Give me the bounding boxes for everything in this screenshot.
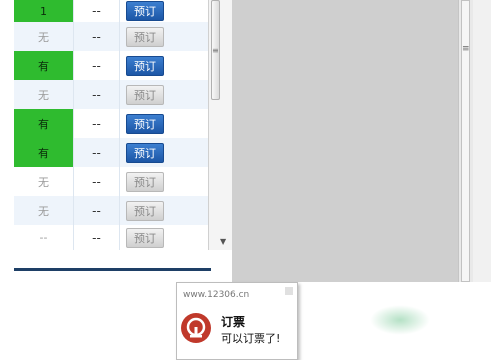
window-edge [473, 0, 491, 282]
seat-availability-cell: -- [14, 225, 74, 250]
book-button[interactable]: 预订 [126, 85, 164, 105]
seat-availability-cell: 无 [14, 167, 74, 196]
book-button[interactable]: 预订 [126, 27, 164, 47]
seat-availability-cell: 1 [14, 0, 74, 22]
seat-cell: -- [74, 22, 120, 51]
notification-source-url: www.12306.cn [183, 290, 250, 300]
scroll-grip-icon: ≡ [462, 44, 470, 54]
railway-logo-icon [181, 313, 211, 343]
book-button[interactable]: 预订 [126, 143, 164, 163]
book-button[interactable]: 预订 [126, 1, 164, 21]
seat-availability-cell: 无 [14, 80, 74, 109]
book-button[interactable]: 预订 [126, 56, 164, 76]
gray-panel [232, 0, 458, 282]
seat-cell: -- [74, 109, 120, 138]
book-button[interactable]: 预订 [126, 114, 164, 134]
seat-availability-cell: 无 [14, 22, 74, 51]
notification-title: 订票 [221, 315, 246, 329]
seat-cell: -- [74, 51, 120, 80]
notification-message: 可以订票了! [221, 332, 281, 345]
seat-availability-cell: 无 [14, 196, 74, 225]
seat-cell: -- [74, 167, 120, 196]
book-button[interactable]: 预订 [126, 172, 164, 192]
seat-availability-cell: 有 [14, 138, 74, 167]
seat-cell: -- [74, 80, 120, 109]
seat-availability-cell: 有 [14, 109, 74, 138]
seat-cell: -- [74, 225, 120, 250]
seat-cell: -- [74, 138, 120, 167]
table-bottom-bar [14, 268, 211, 271]
taskbar-glow [370, 305, 430, 335]
seat-cell: -- [74, 196, 120, 225]
book-button[interactable]: 预订 [126, 201, 164, 221]
close-icon[interactable] [285, 287, 293, 295]
seat-cell: -- [74, 0, 120, 22]
seat-availability-cell: 有 [14, 51, 74, 80]
scroll-grip-icon: ≡ [212, 46, 219, 55]
book-button[interactable]: 预订 [126, 228, 164, 248]
page-scrollbar-thumb[interactable] [461, 0, 470, 282]
scroll-down-arrow-icon[interactable]: ▼ [220, 237, 226, 246]
